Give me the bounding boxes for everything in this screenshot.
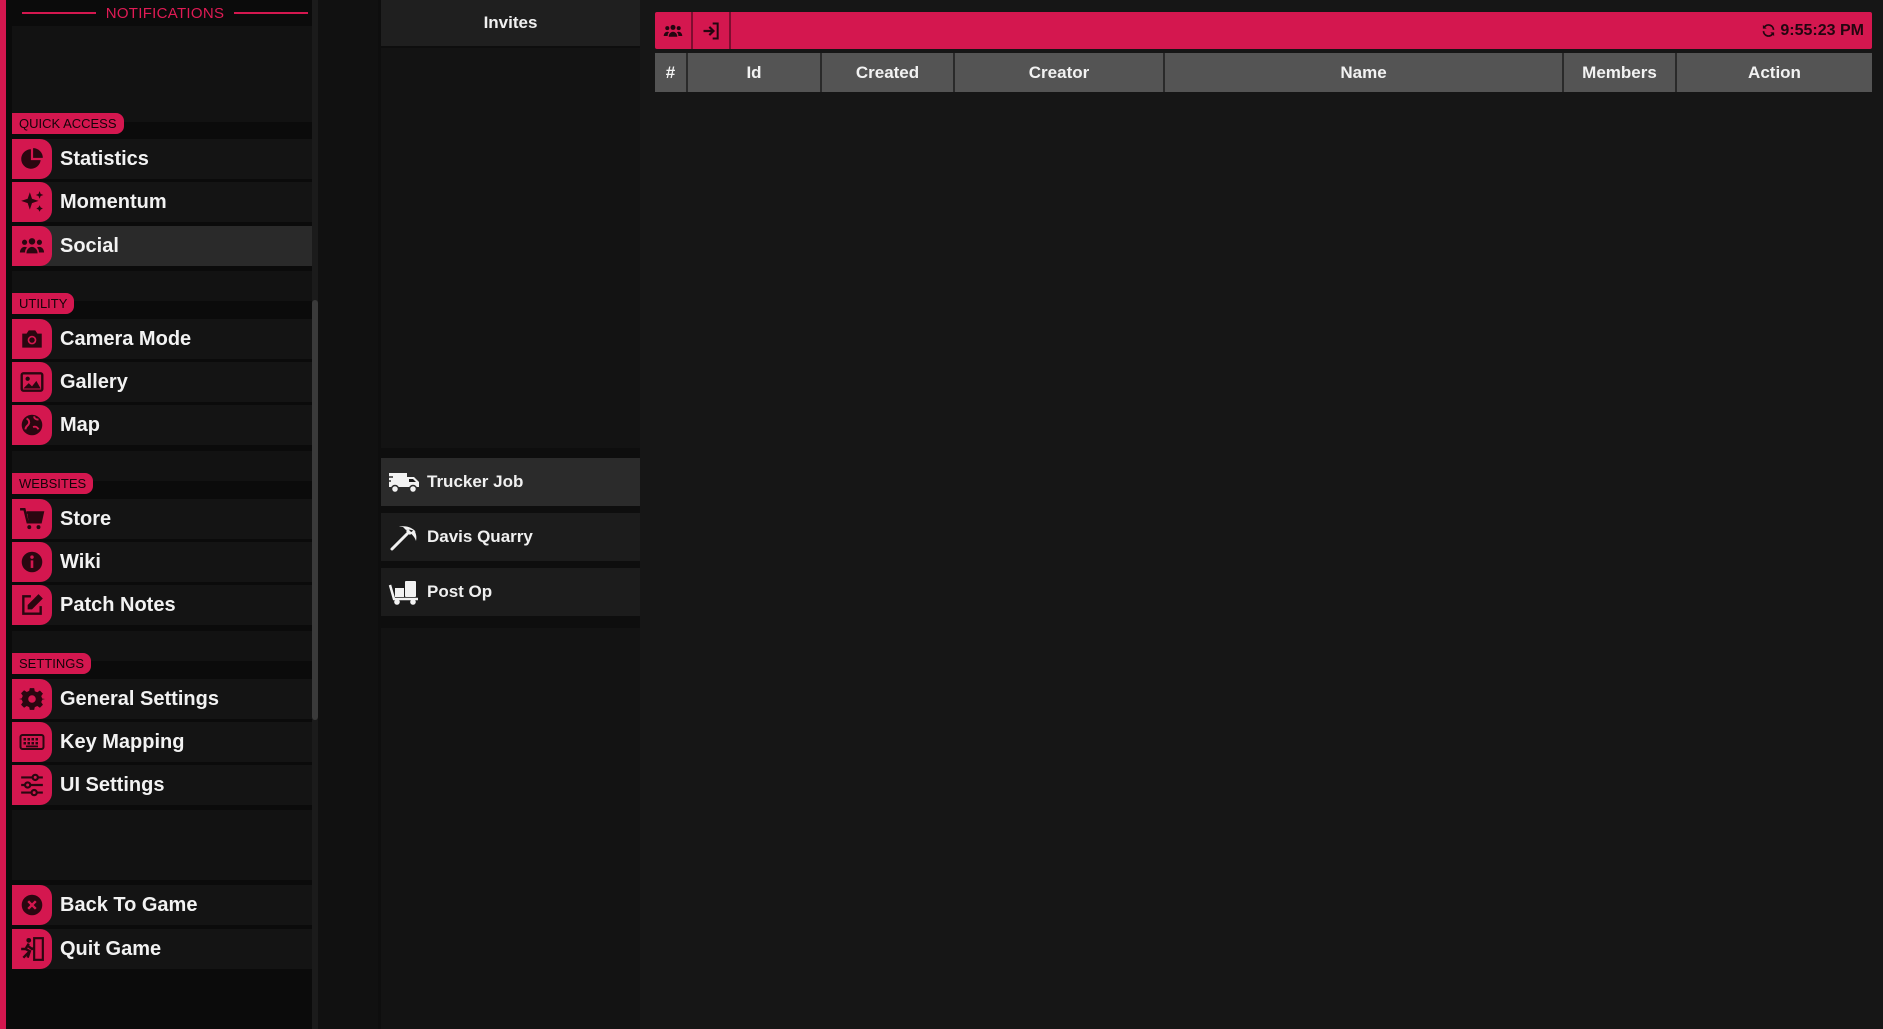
section-label-quick-access: QUICK ACCESS xyxy=(12,113,124,134)
sparkles-icon xyxy=(12,182,52,222)
job-item-label: Post Op xyxy=(427,582,493,601)
sliders-icon xyxy=(12,765,52,805)
toolbar: 9:55:23 PM xyxy=(655,12,1872,49)
job-item-davis-quarry[interactable]: Davis Quarry xyxy=(381,513,640,561)
join-icon xyxy=(703,22,719,39)
jobs-list-empty-area xyxy=(381,628,640,1029)
sidebar-item-label: Map xyxy=(60,413,100,436)
pie-chart-icon xyxy=(12,139,52,179)
globe-icon xyxy=(12,405,52,445)
sidebar-item-quit-game[interactable]: Quit Game xyxy=(12,929,318,969)
sidebar-item-label: Statistics xyxy=(60,147,149,170)
column-header-action[interactable]: Action xyxy=(1677,53,1872,92)
dolly-icon xyxy=(388,581,418,605)
sidebar-item-momentum[interactable]: Momentum xyxy=(12,182,318,222)
sidebar-item-store[interactable]: Store xyxy=(12,499,318,539)
invites-list xyxy=(381,48,640,448)
close-circle-icon xyxy=(12,885,52,925)
column-header-creator[interactable]: Creator xyxy=(955,53,1165,92)
sidebar-item-label: Store xyxy=(60,507,112,530)
column-header-created[interactable]: Created xyxy=(822,53,955,92)
sidebar-item-key-mapping[interactable]: Key Mapping xyxy=(12,722,318,762)
sidebar-item-back-to-game[interactable]: Back To Game xyxy=(12,885,318,925)
group-icon xyxy=(663,24,683,37)
sidebar-item-camera-mode[interactable]: Camera Mode xyxy=(12,319,318,359)
sidebar-item-label: Back To Game xyxy=(60,893,198,916)
sidebar-item-statistics[interactable]: Statistics xyxy=(12,139,318,179)
sidebar-item-label: Wiki xyxy=(60,550,101,573)
main-panel: 9:55:23 PM # Id Created Creator Name Mem… xyxy=(640,0,1883,1029)
sidebar-item-label: Camera Mode xyxy=(60,327,192,350)
job-item-post-op[interactable]: Post Op xyxy=(381,568,640,616)
section-label-websites: WEBSITES xyxy=(12,473,94,494)
notifications-title: NOTIFICATIONS xyxy=(12,0,318,26)
truck-icon xyxy=(387,473,419,494)
people-icon xyxy=(12,226,52,266)
tab-invites[interactable]: Invites xyxy=(381,0,640,46)
sidebar-item-label: Patch Notes xyxy=(60,593,176,616)
pickaxe-icon xyxy=(390,526,417,551)
middle-panel: Invites Trucker Job Davis Quarry Post Op xyxy=(378,0,640,1029)
sidebar-item-wiki[interactable]: Wiki xyxy=(12,542,318,582)
job-item-label: Trucker Job xyxy=(427,472,524,491)
sidebar-item-gallery[interactable]: Gallery xyxy=(12,362,318,402)
job-item-label: Davis Quarry xyxy=(427,527,533,546)
join-button[interactable] xyxy=(693,12,731,49)
section-label-settings: SETTINGS xyxy=(12,653,92,674)
sidebar-item-map[interactable]: Map xyxy=(12,405,318,445)
notifications-area xyxy=(12,26,318,122)
sidebar-item-ui-settings[interactable]: UI Settings xyxy=(12,765,318,805)
sidebar-item-label: Momentum xyxy=(60,190,167,213)
column-header-id[interactable]: Id xyxy=(688,53,822,92)
image-icon xyxy=(12,362,52,402)
column-header-members[interactable]: Members xyxy=(1564,53,1677,92)
section-label-utility: UTILITY xyxy=(12,293,75,314)
info-icon xyxy=(12,542,52,582)
clock: 9:55:23 PM xyxy=(1761,12,1864,49)
sidebar-item-label: General Settings xyxy=(60,687,219,710)
clock-time: 9:55:23 PM xyxy=(1780,21,1864,39)
table-header: # Id Created Creator Name Members Action xyxy=(655,53,1872,92)
job-item-trucker-job[interactable]: Trucker Job xyxy=(381,458,640,506)
exit-running-icon xyxy=(12,929,52,969)
sidebar-item-label: Social xyxy=(60,234,119,257)
edit-icon xyxy=(12,585,52,625)
gear-icon xyxy=(12,679,52,719)
divider-column xyxy=(318,0,378,1029)
column-header-number[interactable]: # xyxy=(655,53,688,92)
cart-icon xyxy=(12,499,52,539)
separator xyxy=(12,810,318,880)
sidebar-item-label: Quit Game xyxy=(60,937,162,960)
refresh-icon xyxy=(1763,24,1775,37)
sidebar-item-patch-notes[interactable]: Patch Notes xyxy=(12,585,318,625)
sidebar-item-label: Key Mapping xyxy=(60,730,185,753)
group-button[interactable] xyxy=(655,12,693,49)
keyboard-icon xyxy=(12,722,52,762)
sidebar-item-label: UI Settings xyxy=(60,773,165,796)
sidebar-item-label: Gallery xyxy=(60,370,128,393)
sidebar-item-general-settings[interactable]: General Settings xyxy=(12,679,318,719)
column-header-name[interactable]: Name xyxy=(1165,53,1564,92)
sidebar-item-social[interactable]: Social xyxy=(12,226,318,266)
camera-icon xyxy=(12,319,52,359)
sidebar: NOTIFICATIONS QUICK ACCESS Statistics Mo… xyxy=(0,0,318,1029)
